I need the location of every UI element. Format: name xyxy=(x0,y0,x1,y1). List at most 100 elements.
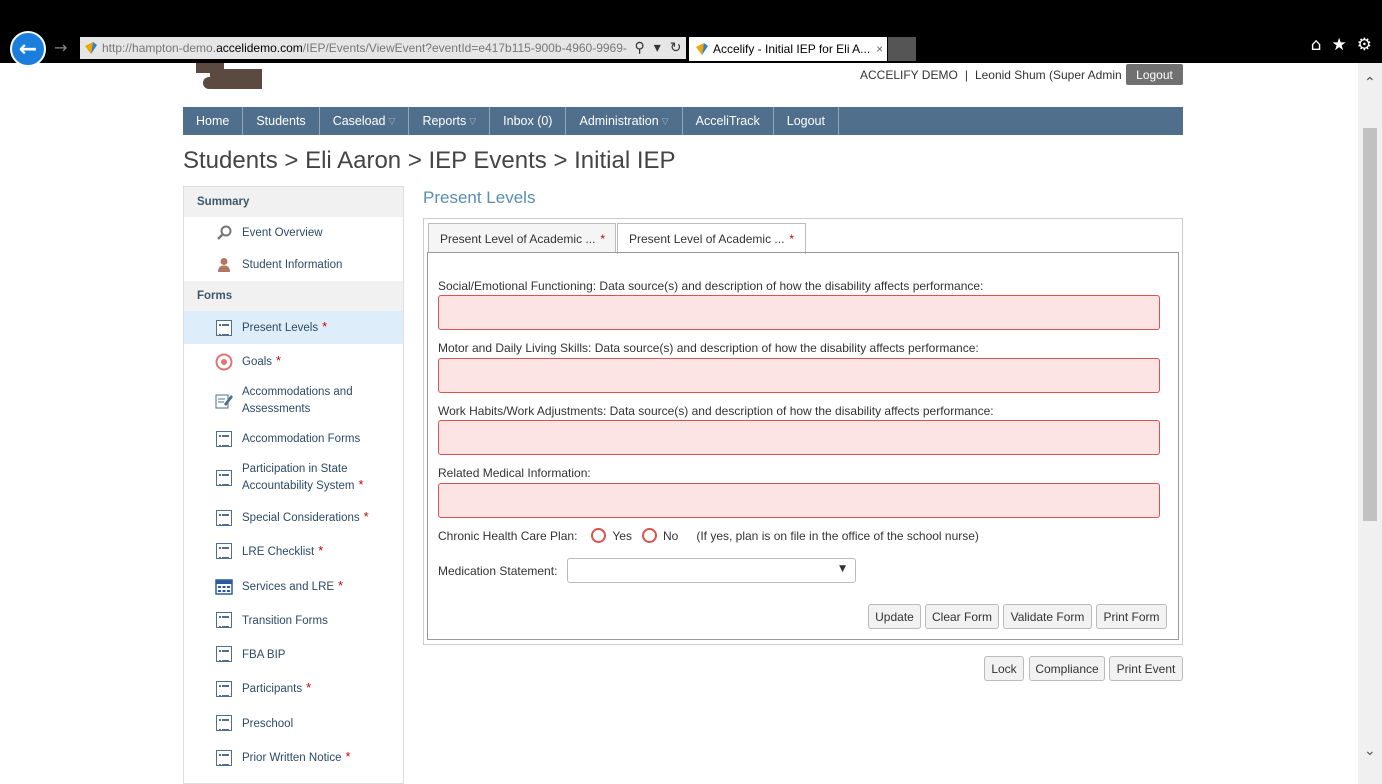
sidebar-item-goals[interactable]: Goals * xyxy=(184,344,403,379)
nav-item-reports[interactable]: Reports ▽ xyxy=(409,107,491,135)
sidebar-item-event-overview[interactable]: Event Overview xyxy=(184,217,403,249)
nav-label: Caseload xyxy=(332,114,386,128)
nav-item-accelitrack[interactable]: AcceliTrack xyxy=(683,107,774,135)
sidebar-item-preschool[interactable]: Preschool xyxy=(184,706,403,740)
required-marker: * xyxy=(789,232,795,246)
sidebar-item-transition-forms[interactable]: Transition Forms xyxy=(184,603,403,637)
yes-label: Yes xyxy=(612,528,632,543)
chronic-health-yes-radio[interactable] xyxy=(591,528,607,543)
tab-label: Present Level of Academic ... xyxy=(440,231,596,246)
chevron-down-icon: ▼ xyxy=(839,564,846,574)
work-habits-input[interactable] xyxy=(438,420,1160,455)
home-icon[interactable]: ⌂ xyxy=(1311,35,1322,55)
nav-item-administration[interactable]: Administration ▽ xyxy=(566,107,683,135)
nav-item-students[interactable]: Students xyxy=(243,107,320,135)
sidebar-item-services-and-lre[interactable]: Services and LRE * xyxy=(184,569,403,603)
print-event-button[interactable]: Print Event xyxy=(1109,656,1183,681)
sidebar-item-fba-bip[interactable]: FBA BIP xyxy=(184,637,403,671)
medical-info-input[interactable] xyxy=(438,483,1160,518)
tab-title: Accelify - Initial IEP for Eli A... xyxy=(713,42,871,56)
scroll-down-icon[interactable]: ⌄ xyxy=(1364,743,1376,759)
sidebar-item-label: Event Overview xyxy=(242,226,323,241)
new-tab-button[interactable] xyxy=(888,37,916,61)
motor-skills-input[interactable] xyxy=(438,358,1160,393)
tab-present-level-2[interactable]: Present Level of Academic ... * xyxy=(617,223,806,254)
work-habits-label: Work Habits/Work Adjustments: Data sourc… xyxy=(438,404,994,418)
sidebar-item-prior-written-notice[interactable]: Prior Written Notice * xyxy=(184,740,403,775)
label-text: Present Levels xyxy=(242,322,319,334)
favorites-star-icon[interactable]: ★ xyxy=(1332,35,1347,55)
clear-form-button[interactable]: Clear Form xyxy=(925,604,999,629)
address-bar[interactable]: http://hampton-demo.accelidemo.com/IEP/E… xyxy=(80,37,686,59)
browser-tab[interactable]: Accelify - Initial IEP for Eli A... × xyxy=(689,37,887,61)
required-marker: * xyxy=(338,577,344,593)
sidebar-item-accommodation-forms[interactable]: Accommodation Forms xyxy=(184,423,403,454)
sidebar-item-participation-in-state-accountability-system[interactable]: Participation in State Accountability Sy… xyxy=(184,454,403,502)
sidebar-item-label: Accommodation Forms xyxy=(242,430,364,447)
medication-label: Medication Statement: xyxy=(438,564,558,578)
separator: | xyxy=(964,68,968,82)
nav-item-logout[interactable]: Logout xyxy=(774,107,839,135)
motor-skills-label: Motor and Daily Living Skills: Data sour… xyxy=(438,341,979,355)
logout-button[interactable]: Logout xyxy=(1126,64,1183,85)
label-text: Accommodations and Assessments xyxy=(242,386,353,415)
label-text: Participants xyxy=(242,683,303,695)
nav-item-inbox-0[interactable]: Inbox (0) xyxy=(490,107,567,135)
update-button[interactable]: Update xyxy=(868,604,921,629)
nav-item-caseload[interactable]: Caseload ▽ xyxy=(320,107,410,135)
lock-button[interactable]: Lock xyxy=(984,656,1024,681)
user-info: ACCELIFY DEMO | Leonid Shum (Super Admin P… xyxy=(860,68,1152,82)
target-icon xyxy=(215,353,233,371)
sidebar-item-participants[interactable]: Participants * xyxy=(184,671,403,706)
dropdown-icon[interactable]: ▾ xyxy=(654,40,661,56)
sidebar-item-student-information[interactable]: Student Information xyxy=(184,249,403,281)
sidebar-item-present-levels[interactable]: Present Levels * xyxy=(184,311,403,344)
sidebar-item-accommodations-and-assessments[interactable]: Accommodations and Assessments xyxy=(184,379,403,423)
required-marker: * xyxy=(358,477,364,492)
label-text: Prior Written Notice xyxy=(242,752,342,764)
scroll-up-icon[interactable]: ⌃ xyxy=(1364,75,1376,91)
url-text: http://hampton-demo.accelidemo.com/IEP/E… xyxy=(102,41,627,55)
no-label: No xyxy=(662,528,679,543)
vertical-scrollbar[interactable]: ⌃ ⌄ xyxy=(1358,63,1382,784)
nav-label: Students xyxy=(256,114,306,128)
sidebar-item-label: FBA BIP xyxy=(242,646,289,663)
label-text: Special Considerations xyxy=(242,512,360,524)
chevron-down-icon: ▽ xyxy=(388,115,396,126)
label-text: Services and LRE xyxy=(242,580,335,593)
page-title: Students > Eli Aaron > IEP Events > Init… xyxy=(183,147,676,174)
label-text: Preschool xyxy=(242,717,294,730)
forward-arrow-icon[interactable]: → xyxy=(54,38,67,57)
list-icon xyxy=(215,714,233,732)
close-tab-icon[interactable]: × xyxy=(876,42,883,56)
social-emotional-input[interactable] xyxy=(438,295,1160,330)
sidebar-item-label: Special Considerations * xyxy=(242,509,369,526)
chronic-health-no-radio[interactable] xyxy=(641,528,657,543)
label-text: Accommodation Forms xyxy=(242,433,361,445)
search-icon[interactable]: ⚲ xyxy=(634,40,644,56)
sidebar-item-label: Transition Forms xyxy=(242,612,332,629)
list-icon xyxy=(215,430,233,448)
compliance-button[interactable]: Compliance xyxy=(1029,656,1105,681)
list-icon xyxy=(215,509,233,527)
sidebar-item-special-considerations[interactable]: Special Considerations * xyxy=(184,502,403,533)
refresh-icon[interactable]: ↻ xyxy=(670,40,682,56)
sidebar-item-lre-checklist[interactable]: LRE Checklist * xyxy=(184,533,403,569)
settings-gear-icon[interactable]: ⚙ xyxy=(1357,35,1372,55)
list-icon xyxy=(215,542,233,560)
print-form-button[interactable]: Print Form xyxy=(1096,604,1167,629)
edit-icon xyxy=(215,392,233,410)
back-arrow-icon[interactable]: ← xyxy=(10,31,46,67)
required-marker: * xyxy=(318,542,324,558)
forms-heading: Forms xyxy=(184,281,403,311)
validate-form-button[interactable]: Validate Form xyxy=(1003,604,1092,629)
tab-present-level-1[interactable]: Present Level of Academic ... * xyxy=(428,223,616,253)
scroll-thumb[interactable] xyxy=(1363,128,1377,521)
nav-label: AcceliTrack xyxy=(695,114,760,128)
medical-info-label: Related Medical Information: xyxy=(438,466,591,480)
sidebar-item-label: Student Information xyxy=(242,258,342,273)
chronic-health-label: Chronic Health Care Plan: xyxy=(438,528,578,543)
nav-item-home[interactable]: Home xyxy=(183,107,244,135)
medication-select[interactable]: ▼ xyxy=(567,558,856,583)
required-marker: * xyxy=(322,319,328,334)
